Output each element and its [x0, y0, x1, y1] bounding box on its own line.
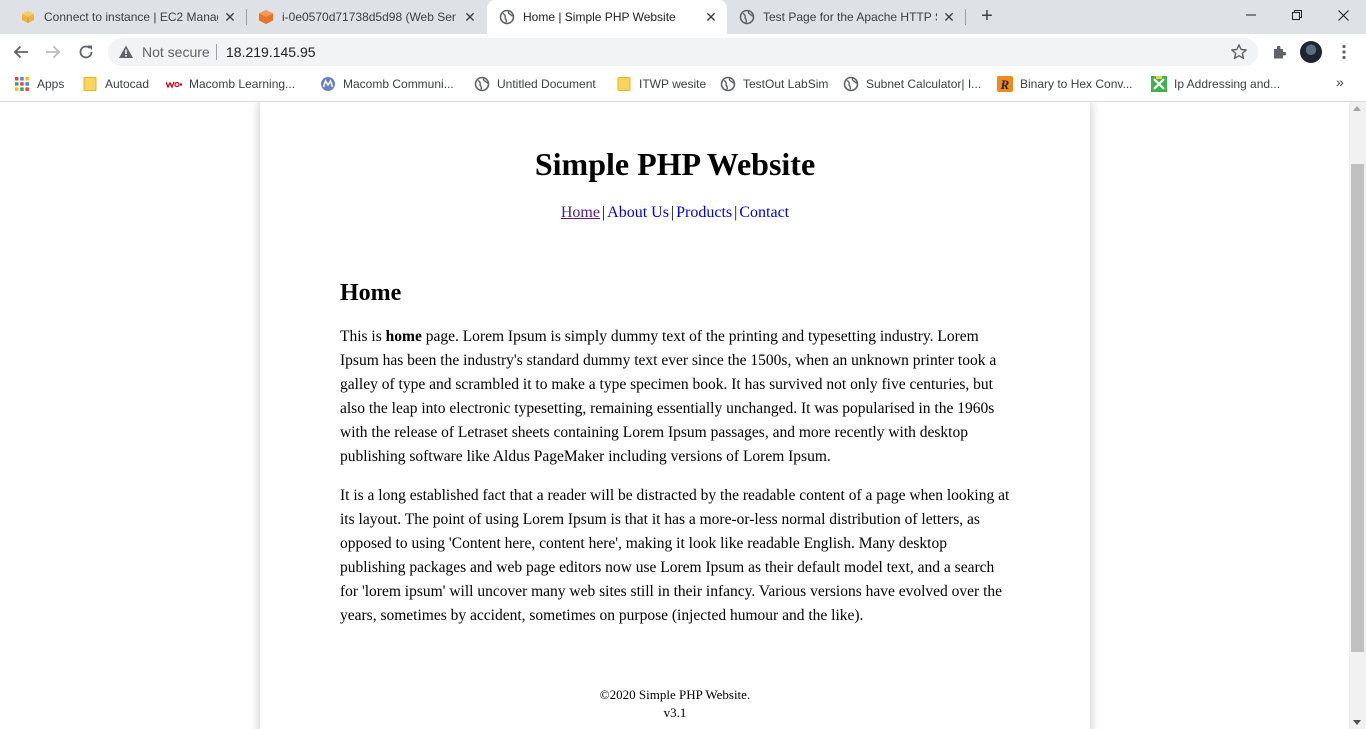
copyright-text: ©2020 Simple PHP Website. [599, 687, 751, 702]
bookmark-macomb-community[interactable]: Macomb Communi... [320, 75, 454, 93]
bookmark-label: Untitled Document [497, 77, 596, 91]
window-close-icon[interactable] [1320, 0, 1366, 30]
bookmark-label: Ip Addressing and... [1174, 77, 1281, 91]
intro-paragraph: This is home page. Lorem Ipsum is simply… [340, 325, 1010, 469]
bookmark-macomb-learning[interactable]: Macomb Learning... [166, 75, 295, 93]
r-logo-icon: R [997, 76, 1013, 92]
wco-icon [166, 76, 182, 92]
tab-title: Home | Simple PHP Website [523, 10, 676, 24]
browser-toolbar: Not secure 18.219.145.95 [0, 34, 1366, 70]
site-nav: Home | About Us | Products | Contact [260, 204, 1090, 222]
back-arrow-icon[interactable] [7, 38, 35, 66]
folder-icon [82, 76, 98, 92]
nav-separator: | [601, 204, 606, 221]
tab-title: i-0e0570d71738d5d98 (Web Server) [282, 10, 456, 24]
close-icon[interactable]: ✕ [222, 9, 238, 25]
bookmark-label: ITWP wesite [639, 77, 707, 91]
bookmark-label: TestOut LabSim [743, 77, 829, 91]
bookmark-label: Autocad [105, 77, 150, 91]
close-icon[interactable]: ✕ [462, 9, 478, 25]
second-paragraph: It is a long established fact that a rea… [340, 487, 1010, 624]
aws-box-icon [20, 9, 36, 25]
minimize-icon[interactable] [1228, 0, 1274, 30]
bookmark-label: Subnet Calculator| I... [866, 77, 982, 91]
bold-keyword: home [385, 328, 422, 345]
tab-home-simple-php[interactable]: Home | Simple PHP Website ✕ [487, 0, 727, 34]
bookmark-subnet-calculator[interactable]: Subnet Calculator| I... [843, 75, 981, 93]
nav-link-contact[interactable]: Contact [739, 204, 789, 221]
apps-grid-icon [14, 76, 30, 92]
restore-icon[interactable] [1274, 0, 1320, 30]
bookmark-untitled-document[interactable]: Untitled Document [474, 75, 596, 93]
page-viewport: Simple PHP Website Home | About Us | Product… [0, 102, 1349, 729]
nav-link-home[interactable]: Home [561, 204, 600, 221]
scrollbar-thumb[interactable] [1351, 164, 1364, 652]
globe-icon [843, 76, 859, 92]
page-heading: Home [340, 280, 402, 306]
nav-separator: | [734, 204, 738, 221]
puzzle-green-icon [1151, 76, 1167, 92]
bookmark-star-icon[interactable] [1230, 43, 1248, 61]
tab-divider [965, 9, 966, 25]
bookmark-binary-to-hex[interactable]: R Binary to Hex Conv... [997, 75, 1133, 93]
url-text[interactable]: 18.219.145.95 [226, 44, 316, 60]
folder-icon [616, 76, 632, 92]
nav-separator: | [670, 204, 675, 221]
svg-text:R: R [1000, 77, 1010, 92]
main-content: Home This is home page. Lorem Ipsum is s… [340, 280, 1010, 643]
site-container: Simple PHP Website Home | About Us | Product… [260, 102, 1090, 729]
address-bar[interactable]: Not secure 18.219.145.95 [108, 38, 1258, 66]
tab-title: Test Page for the Apache HTTP Server [763, 10, 937, 24]
globe-icon [474, 76, 490, 92]
scroll-down-arrow-icon[interactable] [1353, 720, 1361, 725]
close-icon[interactable]: ✕ [941, 9, 957, 25]
extensions-puzzle-icon[interactable] [1266, 38, 1294, 66]
more-bookmarks-chevron-icon[interactable]: » [1336, 74, 1344, 90]
bookmark-label: Binary to Hex Conv... [1020, 77, 1133, 91]
bookmark-label: Macomb Learning... [189, 77, 296, 91]
paragraph-text: page. Lorem Ipsum is simply dummy text o… [340, 328, 997, 465]
bookmark-ip-addressing[interactable]: Ip Addressing and... [1151, 75, 1280, 93]
bookmark-autocad[interactable]: Autocad [82, 75, 149, 93]
tab-strip: Connect to instance | EC2 Management Con… [0, 0, 1366, 34]
profile-avatar[interactable] [1300, 41, 1322, 63]
globe-icon [720, 76, 736, 92]
tab-apache-test[interactable]: Test Page for the Apache HTTP Server ✕ [727, 0, 965, 34]
bookmark-label: Apps [37, 77, 65, 91]
bookmark-itwp-wesite[interactable]: ITWP wesite [616, 75, 706, 93]
security-status[interactable]: Not secure [142, 44, 210, 60]
vertical-scrollbar[interactable] [1349, 102, 1366, 729]
nav-link-products[interactable]: Products [676, 204, 732, 221]
aws-ec2-icon [258, 9, 274, 25]
bookmarks-bar: Apps Autocad Macomb Learning... Macomb C… [0, 70, 1366, 98]
bookmark-label: Macomb Communi... [343, 77, 454, 91]
close-icon[interactable]: ✕ [703, 9, 719, 25]
globe-icon [739, 9, 755, 25]
bookmark-testout-labsim[interactable]: TestOut LabSim [720, 75, 828, 93]
version-text: v3.1 [663, 705, 687, 720]
menu-kebab-icon[interactable] [1330, 38, 1358, 66]
tab-title: Connect to instance | EC2 Management Con… [44, 10, 218, 24]
new-tab-plus-icon[interactable]: + [976, 5, 998, 27]
forward-arrow-icon[interactable] [39, 38, 67, 66]
bookmark-apps[interactable]: Apps [14, 75, 64, 93]
scroll-up-arrow-icon[interactable] [1353, 106, 1361, 111]
paragraph-prefix: This is [340, 328, 386, 345]
warning-icon[interactable] [118, 44, 134, 60]
reload-icon[interactable] [72, 38, 100, 66]
tab-instance[interactable]: i-0e0570d71738d5d98 (Web Server) ✕ [246, 0, 486, 34]
site-title: Simple PHP Website [534, 146, 816, 182]
macomb-icon [320, 76, 336, 92]
tab-ec2-connect[interactable]: Connect to instance | EC2 Management Con… [8, 0, 246, 34]
globe-icon [499, 9, 515, 25]
site-footer: ©2020 Simple PHP Website. v3.1 [260, 686, 1090, 722]
nav-link-about-us[interactable]: About Us [607, 204, 669, 221]
omnibox-divider [216, 44, 217, 60]
